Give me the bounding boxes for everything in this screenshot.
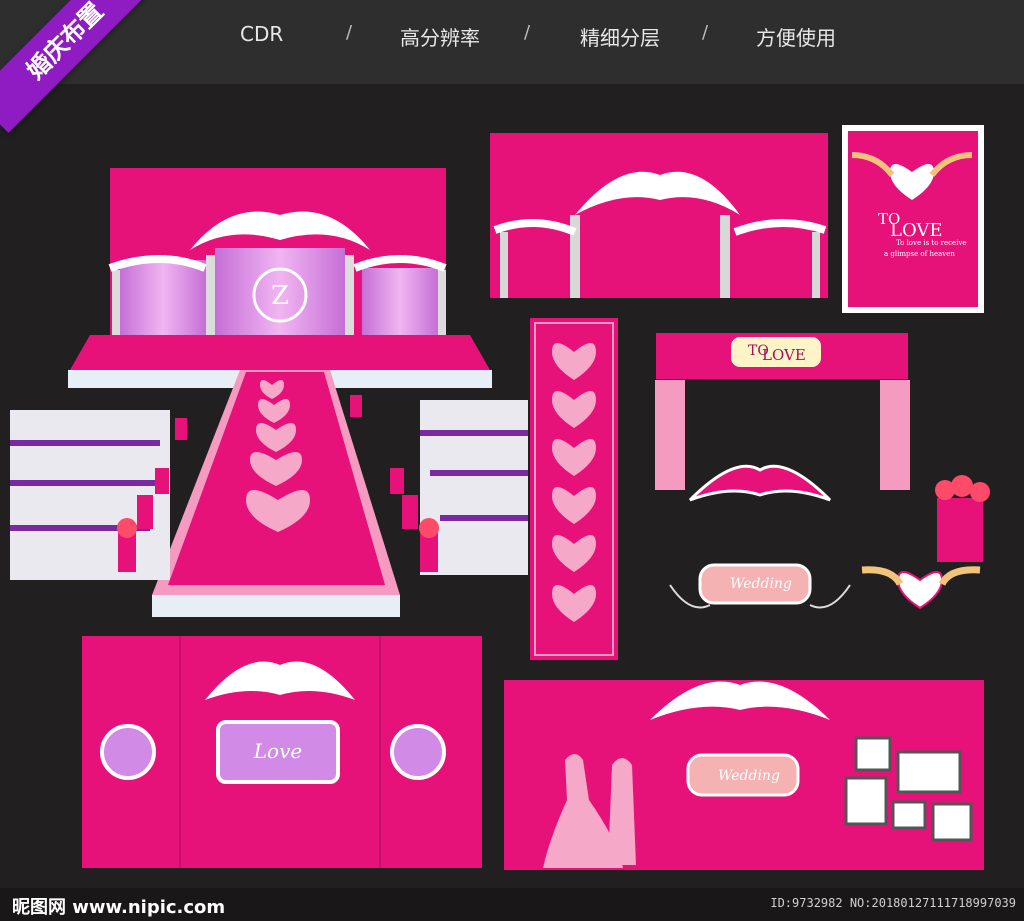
aisle-runner <box>152 370 400 617</box>
arch-backdrop <box>490 133 828 298</box>
poster-line-2: a glimpse of heaven <box>884 250 955 258</box>
winged-heart <box>861 566 981 610</box>
couple-backdrop: Wedding <box>504 680 984 870</box>
image-id-label: ID:9732982 NO:20180127111718997039 <box>770 896 1016 910</box>
backdrop-monogram: Love <box>253 739 302 763</box>
love-poster: TO LOVE To love is to receive a glimpse … <box>842 125 984 313</box>
stage-backdrop: Z <box>108 168 447 338</box>
groom-silhouette <box>608 758 636 865</box>
arch-sign-love: LOVE <box>762 346 806 364</box>
poster-title-love: LOVE <box>890 220 943 241</box>
wedding-sign-label: Wedding <box>730 576 792 592</box>
wedding-artwork: Z TO LOVE To love is to receive a glimps… <box>10 125 990 870</box>
stage-monogram: Z <box>271 281 289 311</box>
triple-backdrop: Love <box>82 636 482 868</box>
wedding-sign-label-2: Wedding <box>718 768 780 784</box>
flower-box <box>935 475 990 562</box>
showcase-page: CDR / 高分辨率 / 精细分层 / 方便使用 婚庆布置 Z TO LOVE … <box>0 0 1024 921</box>
wedding-ornament: Wedding <box>669 464 851 609</box>
site-watermark-logo[interactable]: 昵图网 www.nipic.com <box>12 893 225 919</box>
poster-line-1: To love is to receive <box>896 239 967 247</box>
heart-runner <box>530 318 618 660</box>
